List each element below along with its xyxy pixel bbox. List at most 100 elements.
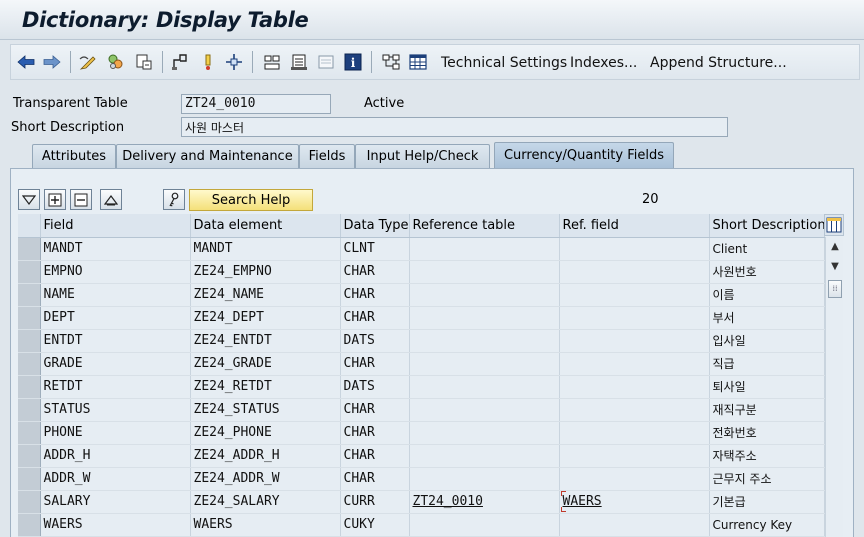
table-row[interactable]: MANDT MANDT CLNT Client: [18, 237, 825, 261]
table-row[interactable]: ENTDT ZE24_ENTDT DATS 입사일: [18, 329, 825, 353]
row-selector[interactable]: [18, 444, 41, 468]
reference-table-cell[interactable]: [409, 260, 560, 284]
column-header-data-element[interactable]: Data element: [190, 214, 341, 238]
table-row[interactable]: NAME ZE24_NAME CHAR 이름: [18, 283, 825, 307]
ref-field-cell[interactable]: [559, 421, 710, 445]
row-selector[interactable]: [18, 237, 41, 261]
scroll-thumb[interactable]: ⁞⁞: [828, 280, 842, 298]
table-row[interactable]: WAERS WAERS CUKY Currency Key: [18, 513, 825, 537]
object-list-icon[interactable]: [224, 52, 244, 72]
contents-icon[interactable]: [316, 52, 336, 72]
tab-attributes[interactable]: Attributes: [32, 144, 116, 168]
reference-table-cell[interactable]: [409, 283, 560, 307]
table-row[interactable]: ADDR_W ZE24_ADDR_W CHAR 근무지 주소: [18, 467, 825, 491]
key-icon[interactable]: [163, 189, 185, 210]
table-structure-icon[interactable]: [408, 52, 428, 72]
hierarchy-icon[interactable]: [198, 52, 218, 72]
data-type-cell: DATS: [340, 375, 410, 399]
ref-field-cell[interactable]: [559, 237, 710, 261]
table-row[interactable]: STATUS ZE24_STATUS CHAR 재직구분: [18, 398, 825, 422]
row-selector[interactable]: [18, 329, 41, 353]
column-header-short-description[interactable]: Short Description: [709, 214, 825, 238]
data-type-cell: DATS: [340, 329, 410, 353]
row-selector[interactable]: [18, 260, 41, 284]
data-element-cell-text: ZE24_DEPT: [193, 310, 264, 325]
row-selector[interactable]: [18, 467, 41, 491]
info-icon[interactable]: i: [343, 52, 363, 72]
table-row[interactable]: ADDR_H ZE24_ADDR_H CHAR 자택주소: [18, 444, 825, 468]
column-header-reference-table[interactable]: Reference table: [409, 214, 560, 238]
ref-field-cell[interactable]: [559, 306, 710, 330]
sort-icon[interactable]: [100, 189, 122, 210]
ref-field-cell[interactable]: [559, 283, 710, 307]
row-selector[interactable]: [18, 283, 41, 307]
short-description-field[interactable]: 사원 마스터: [181, 117, 728, 137]
row-selector[interactable]: [18, 375, 41, 399]
append-structure-button[interactable]: Append Structure...: [650, 55, 787, 71]
back-arrow-icon[interactable]: [16, 52, 36, 72]
reference-table-cell[interactable]: [409, 444, 560, 468]
table-row[interactable]: GRADE ZE24_GRADE CHAR 직급: [18, 352, 825, 376]
ref-field-cell[interactable]: WAERS: [559, 490, 710, 514]
row-selector[interactable]: [18, 306, 41, 330]
scroll-up-icon[interactable]: ▲: [829, 241, 841, 253]
insert-row-icon[interactable]: [44, 189, 66, 210]
ref-field-cell[interactable]: [559, 444, 710, 468]
table-row[interactable]: EMPNO ZE24_EMPNO CHAR 사원번호: [18, 260, 825, 284]
reference-table-cell[interactable]: [409, 237, 560, 261]
forward-arrow-icon[interactable]: [42, 52, 62, 72]
reference-table-cell[interactable]: [409, 352, 560, 376]
search-help-button[interactable]: Search Help: [189, 189, 313, 211]
row-selector[interactable]: [18, 490, 41, 514]
row-selector[interactable]: [18, 513, 41, 537]
ref-field-cell[interactable]: [559, 398, 710, 422]
reference-table-cell[interactable]: [409, 306, 560, 330]
activate-icon[interactable]: [134, 52, 154, 72]
tab-currency-quantity-fields[interactable]: Currency/Quantity Fields: [494, 142, 674, 168]
row-selector[interactable]: [18, 421, 41, 445]
tab-input-help-check[interactable]: Input Help/Check: [355, 144, 490, 168]
reference-table-cell[interactable]: [409, 375, 560, 399]
ref-field-cell[interactable]: [559, 375, 710, 399]
utilities-icon[interactable]: [289, 52, 309, 72]
row-selector-header[interactable]: [18, 214, 41, 238]
ref-field-cell[interactable]: [559, 513, 710, 537]
column-header-field[interactable]: Field: [40, 214, 191, 238]
display-change-icon[interactable]: [78, 52, 98, 72]
graphic-icon[interactable]: [381, 52, 401, 72]
column-header-data-type[interactable]: Data Type: [340, 214, 410, 238]
reference-table-cell[interactable]: [409, 467, 560, 491]
row-selector[interactable]: [18, 398, 41, 422]
delete-row-icon[interactable]: [70, 189, 92, 210]
ref-field-cell[interactable]: [559, 467, 710, 491]
reference-table-cell[interactable]: [409, 329, 560, 353]
ref-field-cell[interactable]: [559, 329, 710, 353]
short-description-cell-text: 부서: [712, 311, 735, 325]
ref-field-cell[interactable]: [559, 352, 710, 376]
reference-table-cell[interactable]: [409, 421, 560, 445]
table-row[interactable]: SALARY ZE24_SALARY CURR ZT24_0010 WAERS 기본급: [18, 490, 825, 514]
toolbar-separator: [70, 51, 71, 73]
reference-table-cell[interactable]: [409, 513, 560, 537]
reference-table-cell[interactable]: ZT24_0010: [409, 490, 560, 514]
other-object-icon[interactable]: [106, 52, 126, 72]
reference-table-cell[interactable]: [409, 398, 560, 422]
table-row[interactable]: RETDT ZE24_RETDT DATS 퇴사일: [18, 375, 825, 399]
table-row[interactable]: DEPT ZE24_DEPT CHAR 부서: [18, 306, 825, 330]
where-used-icon[interactable]: [170, 52, 190, 72]
column-settings-icon[interactable]: [824, 214, 844, 236]
select-all-icon[interactable]: [18, 189, 40, 210]
navigation-window-icon[interactable]: [262, 52, 282, 72]
indexes-button[interactable]: Indexes...: [570, 55, 637, 71]
table-row[interactable]: PHONE ZE24_PHONE CHAR 전화번호: [18, 421, 825, 445]
tab-fields[interactable]: Fields: [299, 144, 355, 168]
column-header-ref-field[interactable]: Ref. field: [559, 214, 710, 238]
table-name-field[interactable]: ZT24_0010: [181, 94, 331, 114]
data-type-cell: CHAR: [340, 260, 410, 284]
scroll-down-icon[interactable]: ▼: [829, 261, 841, 273]
ref-field-cell[interactable]: [559, 260, 710, 284]
vertical-scrollbar[interactable]: ▲ ▼ ⁞⁞: [825, 237, 843, 537]
tab-delivery-maintenance[interactable]: Delivery and Maintenance: [116, 144, 299, 168]
technical-settings-button[interactable]: Technical Settings: [441, 55, 567, 71]
row-selector[interactable]: [18, 352, 41, 376]
